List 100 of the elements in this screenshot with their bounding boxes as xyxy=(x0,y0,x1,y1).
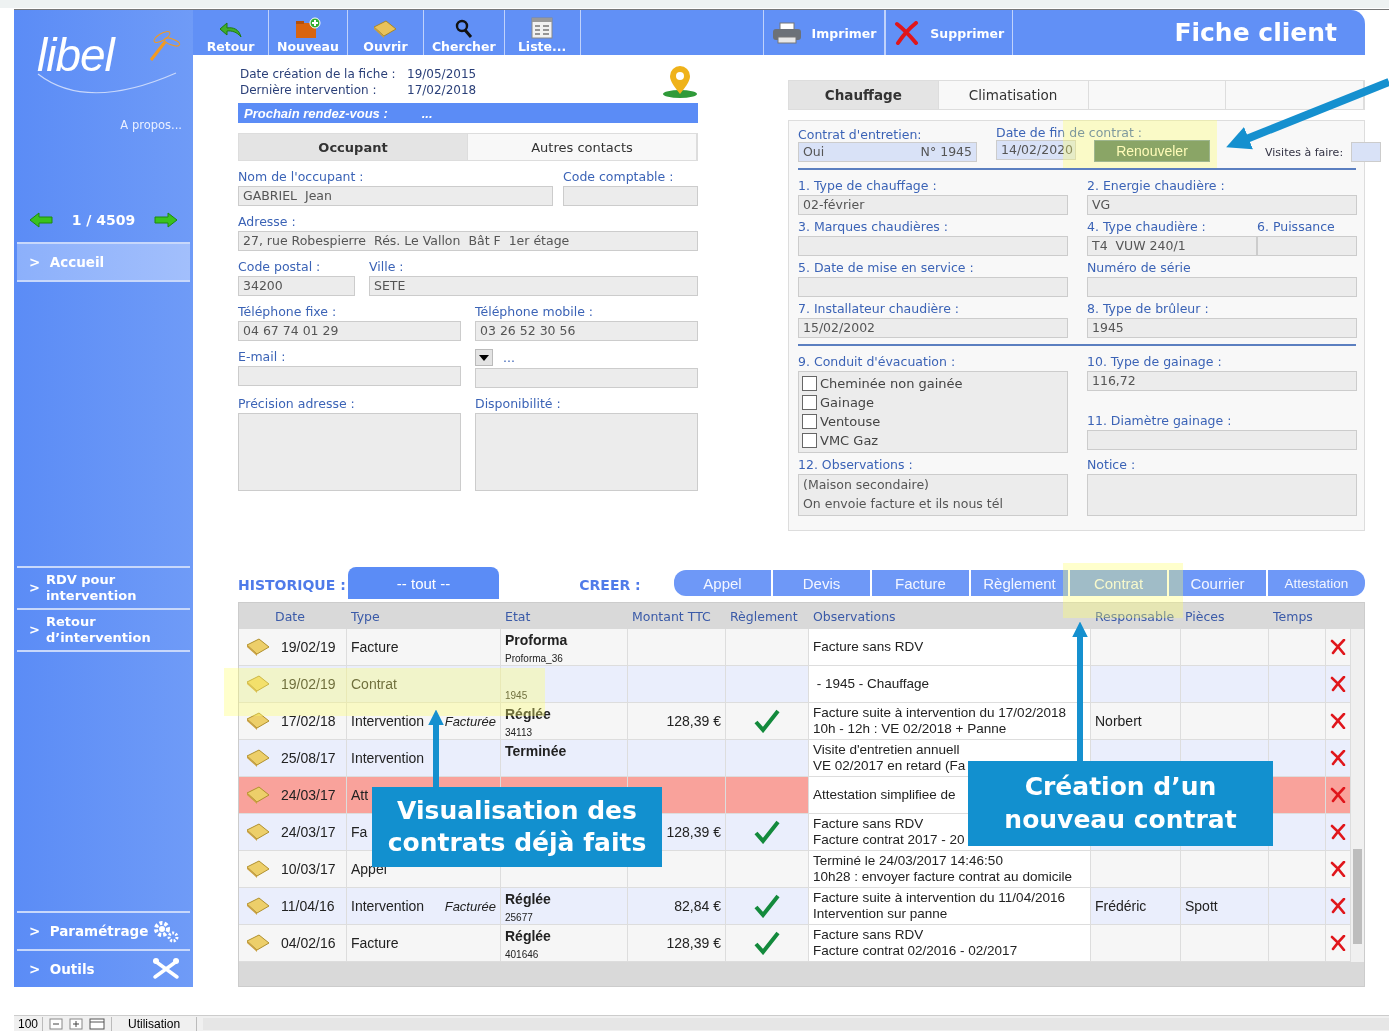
toolbar-button[interactable]: Supprimer xyxy=(885,10,1014,55)
delete-icon[interactable] xyxy=(1330,824,1346,840)
input-field[interactable] xyxy=(1351,142,1382,162)
input-field[interactable]: GABRIEL Jean xyxy=(238,186,553,206)
toolbar-button[interactable]: Retour xyxy=(193,10,269,55)
input-field[interactable]: 14/02/2020 xyxy=(996,140,1076,160)
folder-icon[interactable] xyxy=(245,711,271,731)
input-field[interactable] xyxy=(475,368,698,388)
delete-icon[interactable] xyxy=(1330,750,1346,766)
dropdown-button[interactable] xyxy=(475,349,493,366)
text-area[interactable]: (Maison secondaire) On envoie facture et ils nous tél xyxy=(798,474,1068,516)
folder-icon[interactable] xyxy=(245,933,271,953)
column-header[interactable]: Type xyxy=(347,608,501,624)
folder-icon[interactable] xyxy=(245,896,271,916)
delete-icon[interactable] xyxy=(1330,676,1346,692)
checkbox[interactable] xyxy=(802,433,817,448)
create-button[interactable]: Règlement xyxy=(971,570,1068,596)
filter-button[interactable]: -- tout -- xyxy=(347,567,500,599)
state-text: Réglée xyxy=(505,706,551,722)
input-field[interactable] xyxy=(798,236,1068,256)
input-field[interactable]: 1945 xyxy=(1087,318,1357,338)
delete-icon[interactable] xyxy=(1330,898,1346,914)
zoom-in-icon[interactable] xyxy=(69,1018,84,1030)
window-icon[interactable] xyxy=(89,1018,106,1030)
column-header[interactable]: Montant TTC xyxy=(628,608,726,624)
delete-icon[interactable] xyxy=(1330,935,1346,951)
table-row[interactable]: 11/04/16 Intervention Facturée Réglée 25677 82,84 € Facture suite à intervention du 11/04/2016 Intervention sur panne Frédéric Spott xyxy=(239,888,1351,925)
input-field[interactable]: 27, rue Robespierre Rés. Le Vallon Bât F 1er étage xyxy=(238,231,698,251)
input-field[interactable] xyxy=(798,277,1068,297)
back-arrow-icon xyxy=(218,21,243,39)
delete-icon[interactable] xyxy=(1330,861,1346,877)
text-area[interactable] xyxy=(475,413,698,491)
column-header[interactable]: Date xyxy=(239,608,347,624)
input-field[interactable]: VG xyxy=(1087,195,1357,215)
renew-button[interactable]: Renouveler xyxy=(1094,140,1210,162)
table-row[interactable]: 19/02/19 Contrat 1945 - 1945 - Chauffage xyxy=(239,666,1351,703)
amount-text: 128,39 € xyxy=(666,824,721,840)
toolbar-button[interactable]: Nouveau xyxy=(269,10,348,55)
column-header[interactable]: Responsable xyxy=(1091,608,1181,624)
field-label: 11. Diamètre gainage : xyxy=(1087,413,1233,428)
toolbar-button[interactable]: Ouvrir xyxy=(347,10,424,55)
zoom-out-icon[interactable] xyxy=(49,1018,64,1030)
input-field[interactable] xyxy=(1087,430,1357,450)
input-field[interactable]: 04 67 74 01 29 xyxy=(238,321,461,341)
list-icon xyxy=(531,17,554,39)
previous-arrow-icon[interactable] xyxy=(29,212,53,228)
map-pin-icon[interactable] xyxy=(662,65,698,99)
folder-icon[interactable] xyxy=(245,748,271,768)
tab[interactable]: Chauffage xyxy=(789,81,939,109)
field-label: 2. Energie chaudière : xyxy=(1087,178,1226,193)
table-row[interactable]: 19/02/19 Facture Proforma Proforma_36 Facture sans RDV xyxy=(239,629,1351,666)
next-arrow-icon[interactable] xyxy=(154,212,178,228)
input-field[interactable]: 34200 xyxy=(238,276,355,296)
tab[interactable]: Autres contacts xyxy=(468,134,697,160)
checkbox[interactable] xyxy=(802,414,817,429)
input-field[interactable] xyxy=(238,366,461,386)
folder-icon[interactable] xyxy=(245,785,271,805)
input-field[interactable] xyxy=(1087,277,1357,297)
input-field[interactable]: 15/02/2002 xyxy=(798,318,1068,338)
input-field[interactable]: T4 VUW 240/1 xyxy=(1087,236,1257,256)
delete-icon[interactable] xyxy=(1330,787,1346,803)
column-header[interactable]: Temps xyxy=(1269,608,1326,624)
column-header[interactable]: Etat xyxy=(501,608,628,624)
delete-icon[interactable] xyxy=(1330,713,1346,729)
delete-icon[interactable] xyxy=(1330,639,1346,655)
toolbar-button[interactable]: Imprimer xyxy=(762,10,886,55)
folder-icon[interactable] xyxy=(245,637,271,657)
toolbar-button[interactable]: Liste... xyxy=(504,10,581,55)
search-icon xyxy=(454,19,473,39)
create-button[interactable]: Facture xyxy=(872,570,969,596)
sidebar-item[interactable]: > Paramétrage xyxy=(29,923,149,939)
input-field[interactable]: 02-février xyxy=(798,195,1068,215)
text-area[interactable] xyxy=(1087,474,1357,516)
input-field[interactable] xyxy=(1257,236,1357,256)
create-button[interactable]: Courrier xyxy=(1169,570,1266,596)
input-field[interactable]: 03 26 52 30 56 xyxy=(475,321,698,341)
input-field[interactable]: SETE xyxy=(369,276,698,296)
checkbox[interactable] xyxy=(802,395,817,410)
input-field[interactable]: Oui N° 1945 xyxy=(798,142,977,162)
toolbar-button[interactable]: Chercher xyxy=(423,10,505,55)
create-button[interactable]: Appel xyxy=(674,570,771,596)
input-field[interactable]: 116,72 xyxy=(1087,371,1357,391)
folder-icon[interactable] xyxy=(245,674,271,694)
text-area[interactable] xyxy=(238,413,461,491)
column-header[interactable]: Règlement xyxy=(726,608,809,624)
table-row[interactable]: 04/02/16 Facture Réglée 401646 128,39 € Facture sans RDV Facture contrat 02/2016 - 02/2017 xyxy=(239,925,1351,962)
folder-icon[interactable] xyxy=(245,859,271,879)
scrollbar[interactable] xyxy=(1351,629,1364,962)
tab[interactable]: Climatisation xyxy=(938,81,1089,109)
create-button[interactable]: Attestation xyxy=(1268,570,1365,596)
checkbox[interactable] xyxy=(802,376,817,391)
folder-icon[interactable] xyxy=(245,822,271,842)
about-link[interactable]: A propos... xyxy=(120,118,182,132)
input-field[interactable] xyxy=(563,186,698,206)
sidebar-item[interactable]: > Outils xyxy=(29,961,95,977)
create-button[interactable]: Devis xyxy=(773,570,870,596)
tab[interactable]: Occupant xyxy=(239,134,468,160)
column-header[interactable]: Pièces xyxy=(1181,608,1269,624)
table-row[interactable]: 17/02/18 Intervention Facturée Réglée 34113 128,39 € Facture suite à intervention du 17/02/2018 10h - 12h : VE 02/2018 + Panne Norbert xyxy=(239,703,1351,740)
column-header[interactable]: Observations xyxy=(809,608,1091,624)
